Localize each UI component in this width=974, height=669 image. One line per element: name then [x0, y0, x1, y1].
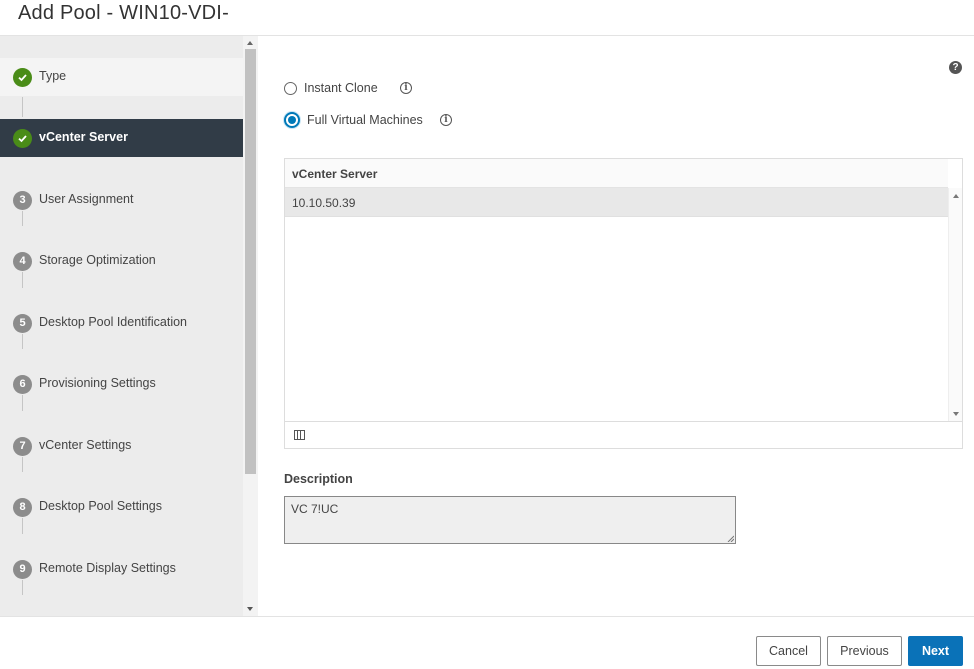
step-vcenter-settings[interactable]: 7 vCenter Settings	[0, 427, 243, 465]
step-label: Type	[39, 69, 67, 83]
scroll-down-arrow-icon[interactable]	[953, 412, 959, 416]
step-desktop-pool-identification[interactable]: 5 Desktop Pool Identification	[0, 304, 243, 342]
step-storage-optimization[interactable]: 4 Storage Optimization	[0, 242, 243, 280]
sidebar-scroll-thumb[interactable]	[245, 49, 256, 474]
step-number-badge: 4	[13, 252, 32, 271]
step-number-badge: 7	[13, 437, 32, 456]
step-number-badge: 8	[13, 498, 32, 517]
option-full-virtual-machines[interactable]: Full Virtual Machines	[284, 110, 423, 130]
next-button[interactable]: Next	[908, 636, 963, 666]
column-header-label: vCenter Server	[292, 167, 378, 181]
column-toggle-icon[interactable]	[294, 430, 305, 440]
vcenter-server-address: 10.10.50.39	[292, 196, 356, 210]
step-provisioning-settings[interactable]: 6 Provisioning Settings	[0, 365, 243, 403]
previous-button[interactable]: Previous	[827, 636, 902, 666]
step-label: User Assignment	[39, 192, 134, 206]
step-number-badge: 9	[13, 560, 32, 579]
step-desktop-pool-settings[interactable]: 8 Desktop Pool Settings	[0, 488, 243, 526]
instant-clone-label: Instant Clone	[304, 81, 378, 95]
vcenter-server-grid: vCenter Server 10.10.50.39	[284, 158, 963, 449]
full-virtual-machines-radio[interactable]	[284, 112, 300, 128]
grid-column-header[interactable]: vCenter Server	[285, 159, 948, 188]
scroll-up-arrow-icon[interactable]	[953, 194, 959, 198]
grid-scrollbar[interactable]	[948, 188, 962, 421]
instant-clone-radio[interactable]	[284, 81, 297, 95]
grid-footer	[285, 421, 962, 448]
steps-list: Type vCenter Server 3 User Assignment 4 …	[0, 36, 243, 616]
resize-grip-icon[interactable]	[727, 535, 734, 542]
step-type[interactable]: Type	[0, 58, 243, 96]
step-connector	[22, 97, 23, 117]
description-textarea[interactable]: VC 7!UC	[284, 496, 736, 544]
cancel-button[interactable]: Cancel	[756, 636, 821, 666]
wizard-steps-sidebar: Type vCenter Server 3 User Assignment 4 …	[0, 36, 258, 616]
step-vcenter-server[interactable]: vCenter Server	[0, 119, 243, 157]
wizard-header: Add Pool - WIN10-VDI-	[0, 0, 974, 36]
step-remote-display-settings[interactable]: 9 Remote Display Settings	[0, 550, 243, 588]
step-label: Desktop Pool Identification	[39, 315, 188, 329]
option-instant-clone[interactable]: Instant Clone	[284, 78, 378, 98]
step-label: Remote Display Settings	[39, 561, 176, 575]
check-icon	[13, 68, 32, 87]
full-virtual-machines-info-icon[interactable]: i	[440, 114, 452, 126]
step-label: Provisioning Settings	[39, 376, 156, 390]
step-user-assignment[interactable]: 3 User Assignment	[0, 181, 243, 219]
step-number-badge: 3	[13, 191, 32, 210]
step-number-badge: 6	[13, 375, 32, 394]
instant-clone-info-icon[interactable]: i	[400, 82, 412, 94]
wizard-title: Add Pool - WIN10-VDI-	[18, 2, 229, 24]
check-icon	[13, 129, 32, 148]
step-label: vCenter Settings	[39, 438, 132, 452]
sidebar-scrollbar[interactable]	[243, 36, 258, 616]
step-number-badge: 5	[13, 314, 32, 333]
help-icon[interactable]: ?	[949, 61, 962, 74]
description-label: Description	[284, 472, 353, 486]
step-label: Desktop Pool Settings	[39, 499, 162, 513]
table-row[interactable]: 10.10.50.39	[285, 188, 948, 217]
scroll-up-arrow-icon[interactable]	[247, 41, 253, 45]
step-label: Storage Optimization	[39, 253, 156, 267]
scroll-down-arrow-icon[interactable]	[247, 607, 253, 611]
full-virtual-machines-label: Full Virtual Machines	[307, 113, 423, 127]
step-label: vCenter Server	[39, 130, 128, 144]
